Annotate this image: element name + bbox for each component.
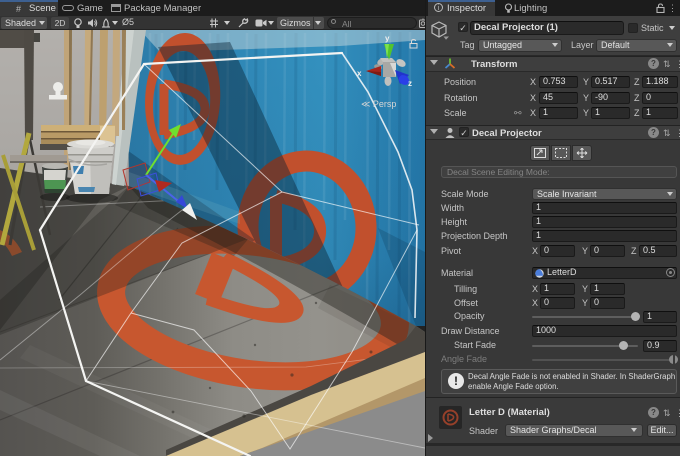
svg-text:z: z: [408, 79, 412, 88]
svg-text:x: x: [357, 69, 362, 78]
svg-text:y: y: [385, 34, 390, 43]
svg-text:≪ Persp: ≪ Persp: [361, 99, 396, 109]
